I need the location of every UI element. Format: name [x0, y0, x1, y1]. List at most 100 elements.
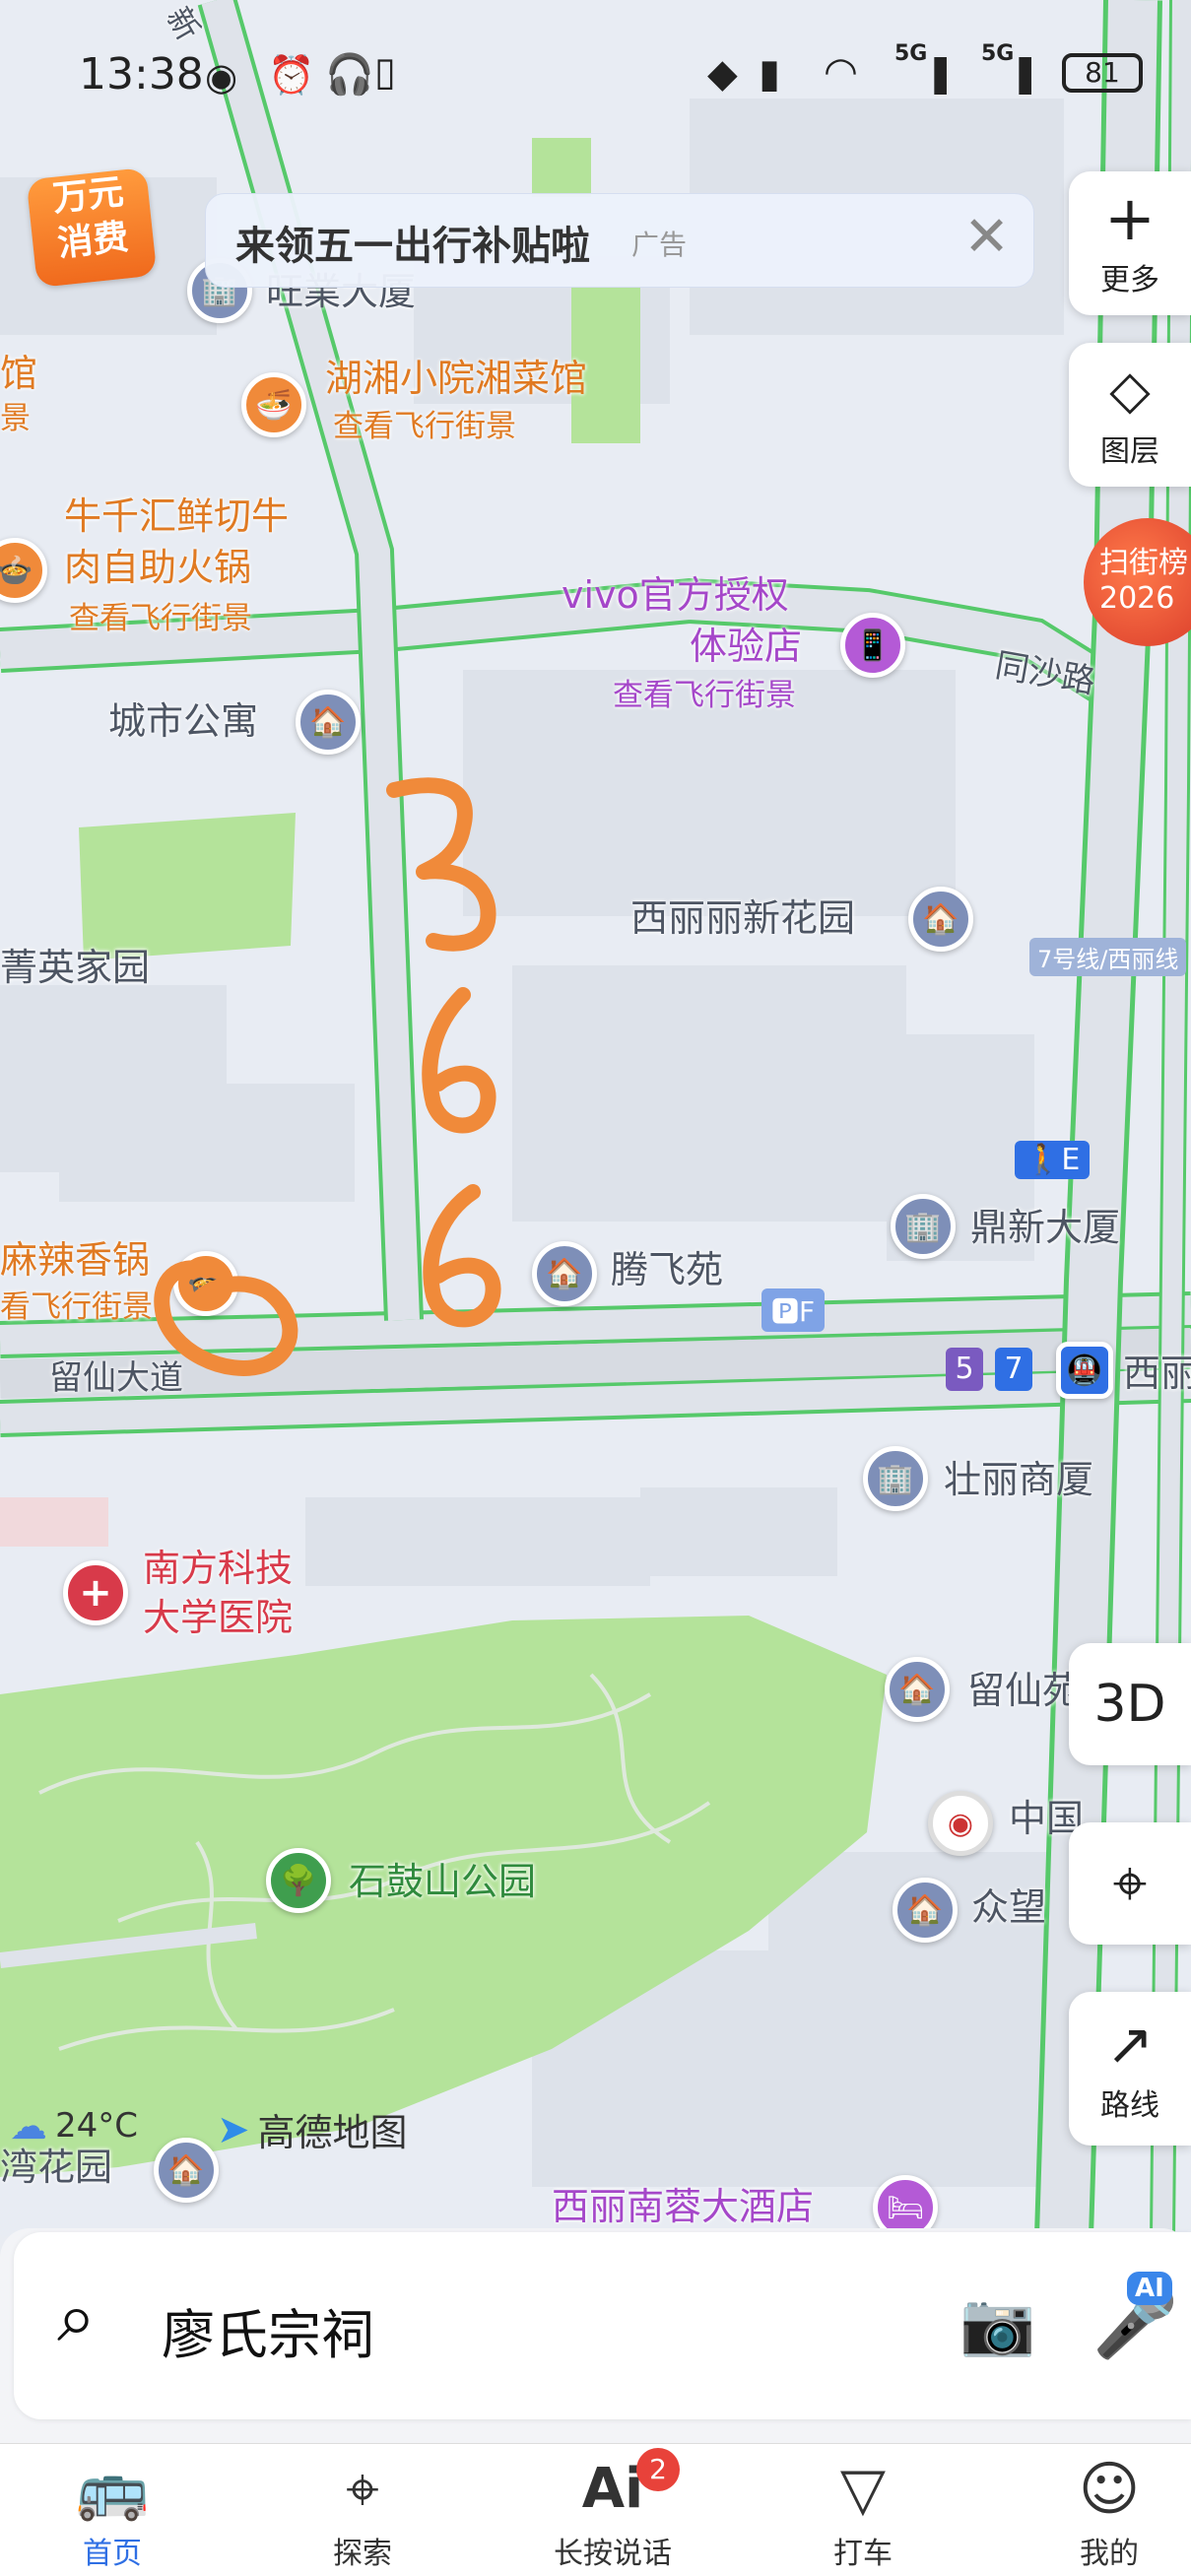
3d-label: 3D: [1093, 1675, 1166, 1734]
camera-icon[interactable]: 📷: [959, 2287, 1035, 2360]
ai-icon: Ai: [581, 2457, 644, 2521]
screen: 同沙路 留仙大道 新 7号线/西丽线 5 7 🚇 西丽 🏢 旺業大厦 馆 景 🍜…: [0, 0, 1191, 2576]
metro-badge-5: 5: [946, 1348, 983, 1391]
poi-vivo-line1[interactable]: vivo官方授权: [562, 571, 789, 619]
ad-banner[interactable]: 来领五一出行补贴啦 广告 ✕: [205, 193, 1034, 288]
notification-badge: 2: [636, 2448, 680, 2491]
building-icon[interactable]: 🏢: [891, 1194, 956, 1259]
restaurant-icon[interactable]: 🍲: [173, 1251, 238, 1316]
headphones-icon: 🎧: [325, 52, 374, 98]
poi-niuqian-sub[interactable]: 查看飞行街景: [69, 599, 252, 638]
street-rank-line1: 扫街榜: [1099, 546, 1188, 580]
tab-profile[interactable]: ☺ 我的: [1030, 2454, 1188, 2572]
layers-button[interactable]: ◇ 图层: [1069, 343, 1191, 487]
poi-xilili[interactable]: 西丽丽新花园: [630, 894, 855, 942]
tab-home[interactable]: 🚌 首页: [33, 2454, 191, 2572]
user-icon: ☺: [1078, 2455, 1141, 2524]
park-tree-icon[interactable]: 🌳: [266, 1848, 331, 1913]
taxi-icon: ▽: [839, 2455, 887, 2524]
road-label-liuxian: 留仙大道: [49, 1358, 183, 1398]
eye-icon: ◉: [205, 55, 238, 99]
poi-malaxiang[interactable]: 麻辣香锅: [0, 1236, 150, 1284]
wifi-icon: ◠: [824, 49, 858, 95]
tab-taxi[interactable]: ▽ 打车: [784, 2454, 942, 2572]
brand-watermark: ➤ 高德地图: [217, 2102, 408, 2156]
bus-icon: 🚌: [75, 2455, 150, 2524]
alarm-icon: ⏰: [268, 53, 315, 97]
parking-icon: 🅿: [771, 1295, 800, 1328]
building-icon[interactable]: 🏢: [863, 1446, 928, 1511]
tab-home-label: 首页: [83, 2537, 142, 2571]
poi-hotel[interactable]: 西丽南蓉大酒店: [552, 2183, 814, 2230]
parking-badge: 🅿F: [761, 1288, 826, 1332]
poi-tengfei[interactable]: 腾飞苑: [611, 1246, 723, 1293]
battery-indicator: 81: [1062, 53, 1143, 93]
signal-b-icon: ▐: [1007, 57, 1031, 95]
poi-dingxin[interactable]: 鼎新大厦: [970, 1204, 1120, 1251]
map-canvas[interactable]: 同沙路 留仙大道 新 7号线/西丽线 5 7 🚇 西丽 🏢 旺業大厦 馆 景 🍜…: [0, 0, 1191, 2240]
search-icon: ⌕: [57, 2277, 97, 2357]
poi-hunan-name[interactable]: 湖湘小院湘菜馆: [325, 355, 587, 402]
phone-store-icon[interactable]: 📱: [840, 613, 905, 678]
close-icon[interactable]: ✕: [963, 206, 1010, 269]
locate-button[interactable]: ⌖: [1069, 1822, 1191, 1945]
location-icon: ◆: [707, 51, 738, 97]
poi-niuqian-line2[interactable]: 肉自助火锅: [64, 544, 251, 591]
more-label: 更多: [1100, 263, 1159, 297]
layers-label: 图层: [1100, 434, 1159, 469]
tab-explore-label: 探索: [333, 2537, 392, 2571]
poi-wanhua[interactable]: 湾花园: [0, 2144, 112, 2191]
building-icon[interactable]: 🏠: [885, 1657, 950, 1722]
poi-park[interactable]: 石鼓山公园: [349, 1858, 536, 1905]
street-rank-line2: 2026: [1099, 581, 1175, 616]
tab-voice[interactable]: Ai 2 长按说话: [534, 2448, 692, 2572]
vibrate-icon: ▮: [759, 51, 781, 97]
tab-voice-label: 长按说话: [554, 2537, 672, 2571]
brand-name: 高德地图: [257, 2111, 408, 2154]
poi-guan[interactable]: 馆: [0, 350, 37, 397]
poi-zhongwang[interactable]: 众望: [971, 1883, 1046, 1931]
cloud-rain-icon: ☁: [10, 2104, 47, 2147]
weather-temp: 24°C: [55, 2106, 139, 2146]
building-icon[interactable]: 🏠: [893, 1878, 958, 1943]
building-icon[interactable]: 🏠: [296, 690, 361, 755]
building-icon[interactable]: 🏠: [908, 887, 973, 952]
metro-station-icon[interactable]: 🚇: [1056, 1342, 1113, 1399]
hospital-icon[interactable]: +: [63, 1560, 128, 1625]
bottom-sheet: ⌕ 廖氏宗祠 📷 🎤 AI: [0, 2228, 1191, 2443]
route-button[interactable]: ↗ 路线: [1069, 1992, 1191, 2146]
search-bar[interactable]: ⌕ 廖氏宗祠 📷 🎤 AI: [14, 2232, 1191, 2419]
poi-vivo-sub[interactable]: 查看飞行街景: [613, 676, 796, 715]
poi-zhuangli[interactable]: 壮丽商厦: [944, 1456, 1093, 1503]
ad-text: 来领五一出行补贴啦: [235, 224, 590, 269]
exit-e-badge: 🚶E: [1015, 1141, 1091, 1179]
ai-badge: AI: [1127, 2272, 1172, 2305]
poi-vivo-line2[interactable]: 体验店: [690, 623, 802, 670]
logo-poi-icon[interactable]: ◉: [928, 1791, 993, 1856]
search-input[interactable]: 廖氏宗祠: [162, 2291, 374, 2369]
status-bar: 13:38 ◉ ⏰ 🎧 ▯ ◆ ▮ ◠ 5G ▐ 5G ▐ 81: [0, 39, 1191, 118]
amap-arrow-icon: ➤: [217, 2106, 250, 2152]
poi-hospital-line2[interactable]: 大学医院: [143, 1594, 293, 1641]
tab-explore[interactable]: ⌖ 探索: [284, 2454, 441, 2572]
more-button[interactable]: + 更多: [1069, 171, 1191, 315]
plus-icon: +: [1104, 182, 1156, 254]
poi-jing: 景: [0, 401, 31, 436]
building-icon[interactable]: 🏠: [154, 2138, 219, 2203]
weather-widget[interactable]: ☁ 24°C: [10, 2104, 138, 2147]
promo-badge[interactable]: 万元 消费: [26, 166, 158, 289]
3d-button[interactable]: 3D: [1069, 1643, 1191, 1765]
restaurant-icon[interactable]: 🍜: [241, 372, 306, 437]
status-time: 13:38: [79, 49, 204, 99]
poi-chengshi[interactable]: 城市公寓: [108, 697, 258, 745]
poi-liuxianyuan[interactable]: 留仙苑: [967, 1667, 1080, 1714]
bottom-tab-bar: 🚌 首页 ⌖ 探索 Ai 2 长按说话 ▽ 打车 ☺ 我的: [0, 2443, 1191, 2576]
building-icon[interactable]: 🏠: [532, 1241, 597, 1306]
tab-profile-label: 我的: [1080, 2537, 1139, 2571]
poi-mala-sub[interactable]: 看飞行街景: [0, 1288, 153, 1327]
poi-hospital-line1[interactable]: 南方科技: [143, 1545, 293, 1592]
poi-hunan-sub[interactable]: 查看飞行街景: [333, 407, 516, 446]
poi-jingying[interactable]: 菁英家园: [0, 944, 150, 991]
route-label: 路线: [1100, 2088, 1159, 2123]
poi-niuqian-line1[interactable]: 牛千汇鲜切牛: [64, 493, 289, 540]
